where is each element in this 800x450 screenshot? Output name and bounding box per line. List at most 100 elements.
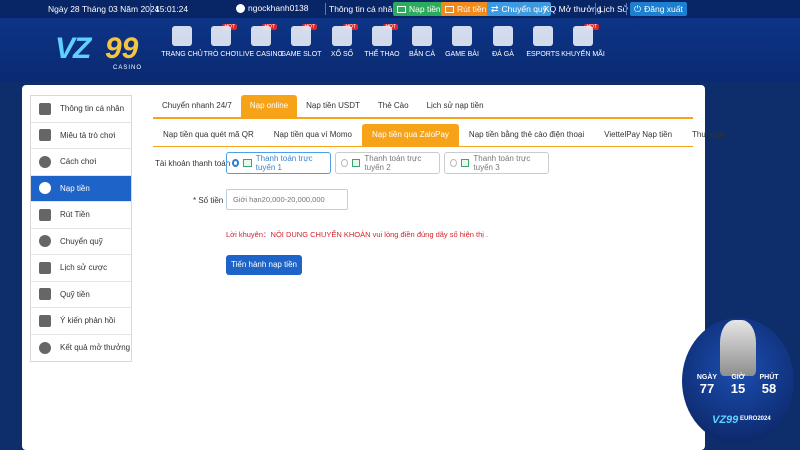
sidebar-item-label: Nạp tiền <box>60 183 90 193</box>
sidebar-item-funds[interactable]: Quỹ tiền <box>31 282 131 308</box>
withdraw-label: Rút tiền <box>457 4 487 14</box>
history-list-icon <box>39 261 51 274</box>
logo-casino: CASINO <box>113 65 143 71</box>
nav-label: BẮN CÁ <box>408 51 436 58</box>
nav-label: KHUYẾN MÃI <box>561 51 605 58</box>
amount-input[interactable] <box>226 189 348 210</box>
live-casino-icon <box>251 26 271 46</box>
euro-logo: EURO2024 <box>740 416 771 422</box>
payment-icon <box>460 159 470 167</box>
tab-scratch-card[interactable]: Thẻ Cào <box>369 95 418 117</box>
sidebar-item-withdraw[interactable]: Rút Tiền <box>31 202 131 229</box>
payment-option-3[interactable]: Thanh toán trực tuyến 3 <box>444 152 549 174</box>
payment-option-label: Thanh toán trực tuyến 1 <box>255 154 313 172</box>
top-bar: Ngày 28 Tháng 03 Năm 2024 15:01:24 ngock… <box>0 0 800 18</box>
countdown-label: NGÀY <box>696 374 718 381</box>
logout-button[interactable]: ⏻ Đăng xuất <box>630 2 687 16</box>
nav-label: TRANG CHỦ <box>161 51 203 58</box>
wallet-icon <box>445 5 454 13</box>
transfer-label: Chuyển quỹ <box>501 4 547 14</box>
tab-fast-transfer[interactable]: Chuyển nhanh 24/7 <box>153 95 241 117</box>
payment-icon <box>243 159 252 167</box>
site-logo[interactable]: VZ 99 CASINO <box>55 32 155 72</box>
sidebar-item-label: Rút Tiền <box>60 210 90 220</box>
nav-promotions[interactable]: HOTKHUYẾN MÃI <box>561 24 605 58</box>
divider <box>150 3 151 15</box>
nav-esports[interactable]: ESPORTS <box>521 26 565 58</box>
transfer-note: Lời khuyên：NỘI DUNG CHUYỂN KHOẢN vui lòn… <box>226 230 489 239</box>
submit-deposit-button[interactable]: Tiến hành nạp tiền <box>226 255 302 275</box>
sidebar-item-game-description[interactable]: Miêu tả trò chơi <box>31 123 131 149</box>
withdraw-button[interactable]: Rút tiền <box>441 2 491 16</box>
nav-card-games[interactable]: GAME BÀI <box>440 26 484 58</box>
home-icon <box>172 26 192 46</box>
sidebar-item-how-to-play[interactable]: Cách chơi <box>31 149 131 176</box>
deposit-method-tabs: Chuyển nhanh 24/7 Nạp online Nạp tiền US… <box>153 95 493 117</box>
nav-live-casino[interactable]: HOTLIVE CASINO <box>239 24 283 58</box>
wallet-icon <box>39 288 51 301</box>
lottery-icon <box>332 26 352 46</box>
main-nav: VZ 99 CASINO TRANG CHỦ HOTTRÒ CHƠI HOTLI… <box>0 18 800 82</box>
euro-countdown-widget[interactable]: NGÀY 77 GIỜ 15 PHÚT 58 VZ99 EURO2024 <box>682 318 794 444</box>
gamepad-icon <box>39 129 51 142</box>
cards-icon <box>452 26 472 46</box>
sidebar-item-bet-history[interactable]: Lịch sử cược <box>31 255 131 282</box>
countdown-label: GIỜ <box>731 374 745 381</box>
tab-phone-card[interactable]: Nạp tiền bằng thẻ cào điện thoại <box>459 124 594 146</box>
sidebar-item-transfer[interactable]: Chuyển quỹ <box>31 229 131 255</box>
tab-underline <box>153 117 693 119</box>
divider <box>626 3 627 15</box>
sidebar-item-feedback[interactable]: Ý kiến phản hồi <box>31 308 131 335</box>
sidebar-item-results[interactable]: Kết quả mở thưởng <box>31 335 131 362</box>
lottery-results-link[interactable]: KQ Mở thưởng <box>544 4 601 14</box>
info-icon <box>39 155 51 168</box>
payment-option-label: Thanh toán trực tuyến 3 <box>473 154 531 172</box>
transfer-button[interactable]: ⇄ Chuyển quỹ <box>487 2 551 16</box>
tab-online-deposit[interactable]: Nạp online <box>240 95 298 117</box>
esports-icon <box>533 26 553 46</box>
history-link[interactable]: Lịch Sử <box>599 4 628 14</box>
widget-brand-logo: VZ99 <box>712 414 739 426</box>
nav-games[interactable]: HOTTRÒ CHƠI <box>199 24 243 58</box>
countdown-value: 58 <box>761 381 777 396</box>
profile-link[interactable]: Thông tin cá nhân <box>329 4 397 14</box>
fish-icon <box>412 26 432 46</box>
nav-home[interactable]: TRANG CHỦ <box>160 26 204 58</box>
piggy-bank-icon <box>39 182 51 195</box>
tab-qr[interactable]: Nạp tiền qua quét mã QR <box>153 124 264 146</box>
tab-cashier[interactable]: Thu ngân <box>682 124 736 146</box>
payment-option-2[interactable]: Thanh toán trực tuyến 2 <box>335 152 440 174</box>
tab-deposit-history[interactable]: Lịch sử nạp tiền <box>418 95 493 117</box>
tab-momo[interactable]: Nạp tiền qua ví Momo <box>264 124 362 146</box>
current-date: Ngày 28 Tháng 03 Năm 2024 <box>48 4 160 14</box>
games-icon <box>211 26 231 46</box>
nav-sports[interactable]: HOTTHỂ THAO <box>360 24 404 58</box>
sidebar-item-profile[interactable]: Thông tin cá nhân <box>31 96 131 123</box>
nav-label: GAME SLOT <box>280 51 322 58</box>
sidebar-item-label: Thông tin cá nhân <box>60 104 125 114</box>
payment-option-1[interactable]: Thanh toán trực tuyến 1 <box>226 152 331 174</box>
account-sidebar: Thông tin cá nhân Miêu tả trò chơi Cách … <box>30 95 132 362</box>
nav-lottery[interactable]: HOTXỔ SỐ <box>320 24 364 58</box>
countdown-value: 15 <box>730 381 746 396</box>
tab-zalopay[interactable]: Nạp tiền qua ZaloPay <box>361 124 459 146</box>
payment-icon <box>351 159 361 167</box>
nav-label: ĐÁ GÀ <box>492 51 514 58</box>
sidebar-item-deposit[interactable]: Nạp tiền <box>31 175 131 202</box>
tab-usdt[interactable]: Nạp tiền USDT <box>297 95 369 117</box>
nav-slot[interactable]: HOTGAME SLOT <box>279 24 323 58</box>
deposit-button[interactable]: Nạp tiền <box>393 2 445 16</box>
radio-icon <box>450 159 457 167</box>
nav-fishing[interactable]: BẮN CÁ <box>400 26 444 58</box>
amount-label: * Số tiền <box>193 196 224 205</box>
user-menu[interactable]: ngockhanh0138 <box>236 3 309 13</box>
logout-label: Đăng xuất <box>644 4 683 14</box>
tab-viettelpay[interactable]: ViettelPay Nạp tiền <box>594 124 682 146</box>
nav-cockfight[interactable]: ĐÁ GÀ <box>481 26 525 58</box>
payment-option-label: Thanh toán trực tuyến 2 <box>364 154 422 172</box>
payment-channel-tabs: Nạp tiền qua quét mã QR Nạp tiền qua ví … <box>153 124 736 146</box>
sidebar-item-label: Quỹ tiền <box>60 289 90 299</box>
divider <box>595 3 596 15</box>
card-icon <box>397 5 406 13</box>
divider <box>325 3 326 15</box>
